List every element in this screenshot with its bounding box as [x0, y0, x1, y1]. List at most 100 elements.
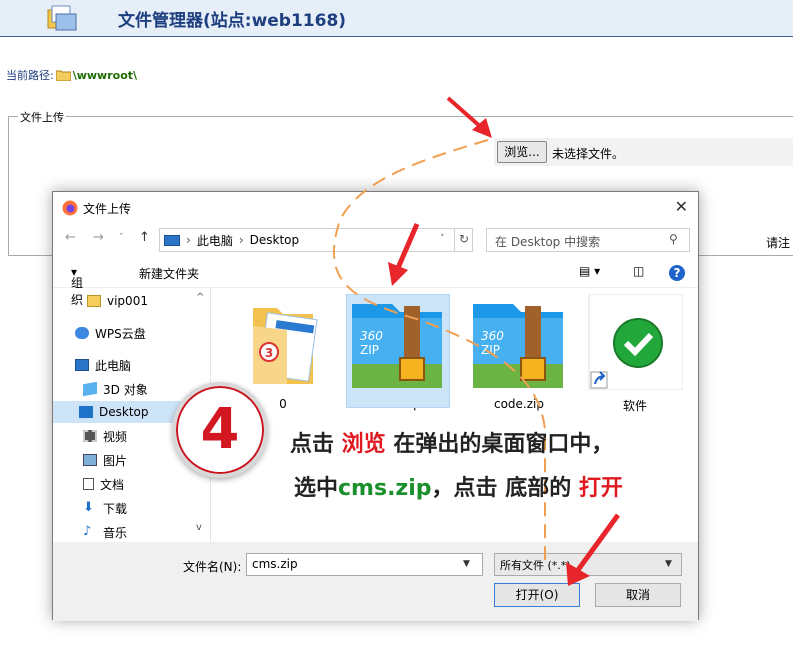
view-options-icon[interactable]: ▤ ▾ [579, 264, 600, 278]
address-row: ← → ˅ ↑ › 此电脑 › Desktop ˅ ↻ 在 Desktop 中搜… [53, 222, 698, 256]
sidebar-item-videos[interactable]: 视频 [83, 425, 127, 447]
zip-brand: 360 [360, 329, 383, 343]
video-icon [83, 430, 97, 442]
help-icon[interactable]: ? [669, 265, 685, 281]
step-number-badge: 4 [172, 382, 268, 478]
folder-icon: 3 [253, 308, 318, 384]
sidebar-item-pictures[interactable]: 图片 [83, 449, 127, 471]
cloud-icon [75, 327, 89, 339]
breadcrumb-desktop[interactable]: Desktop [250, 233, 300, 247]
sidebar-item-label: 下载 [103, 501, 128, 516]
music-icon: ♪ [83, 524, 92, 539]
computer-icon [75, 359, 89, 371]
chevron-down-icon[interactable]: ▼ [665, 559, 672, 569]
browse-button[interactable]: 浏览... [497, 141, 547, 163]
dialog-title: 文件上传 [83, 202, 132, 216]
desktop-icon [79, 406, 93, 418]
address-bar[interactable]: › 此电脑 › Desktop ˅ [159, 228, 473, 252]
sidebar-item-wps-cloud[interactable]: WPS云盘 [75, 322, 146, 344]
folder-icon [55, 70, 71, 81]
chevron-down-icon[interactable]: ˅ [440, 234, 445, 244]
chevron-right-icon: › [238, 233, 244, 247]
firefox-icon [62, 200, 78, 216]
filetype-select[interactable]: 所有文件 (*.*) [494, 553, 682, 576]
up-arrow-icon[interactable]: ↑ [139, 230, 150, 245]
zip-icon: 360 ZIP [345, 293, 451, 409]
page-title: 文件管理器(站点:web1168) [118, 11, 347, 31]
sidebar-item-label: 图片 [103, 453, 128, 468]
zip-text: ZIP [360, 343, 379, 357]
sidebar-item-label: 视频 [103, 429, 128, 444]
breadcrumb-this-pc[interactable]: 此电脑 [197, 232, 233, 249]
zip-text: ZIP [481, 343, 500, 357]
close-icon[interactable]: ✕ [675, 197, 688, 216]
chevron-down-icon[interactable]: ▼ [463, 559, 470, 569]
file-manager-logo-icon [47, 5, 77, 31]
sidebar-item-label: vip001 [107, 294, 148, 308]
upload-legend: 文件上传 [18, 109, 66, 125]
refresh-icon[interactable]: ↻ [454, 228, 473, 252]
chevron-right-icon: › [186, 233, 191, 247]
sidebar-item-label: WPS云盘 [95, 326, 146, 341]
new-folder-button[interactable]: 新建文件夹 [139, 265, 199, 282]
dialog-footer: 文件名(N): cms.zip ▼ 所有文件 (*.*) ▼ 打开(O) 取消 [53, 542, 698, 621]
file-item-software-shortcut[interactable]: 软件 [583, 293, 687, 414]
sidebar-item-label: 3D 对象 [103, 382, 148, 397]
scroll-up-icon[interactable]: ^ [196, 292, 204, 303]
scroll-down-icon[interactable]: v [196, 522, 202, 533]
cancel-button[interactable]: 取消 [595, 583, 681, 607]
sidebar-item-label: 文档 [100, 477, 125, 492]
no-file-text: 未选择文件。 [552, 147, 625, 161]
current-path: 当前路径: \wwwroot\ [6, 67, 137, 83]
instruction-text: 在弹出的桌面窗口中， [385, 432, 614, 457]
file-item-code-zip[interactable]: 360 ZIP code.zip [467, 294, 571, 411]
sidebar-item-label: Desktop [99, 405, 149, 419]
file-upload-dialog: 文件上传 ✕ ← → ˅ ↑ › 此电脑 › Desktop ˅ ↻ 在 Des… [52, 191, 699, 621]
sidebar-item-documents[interactable]: 文档 [83, 473, 124, 495]
preview-pane-icon[interactable]: ◫ [633, 264, 644, 278]
hint-text: 请注 [766, 236, 791, 250]
instruction-highlight-open: 打开 [578, 476, 623, 501]
file-list-pane: 3 0 360 ZIP cms.zip [211, 288, 699, 542]
instruction-highlight-browse: 浏览 [341, 432, 386, 457]
folder-badge: 3 [265, 346, 273, 360]
forward-arrow-icon[interactable]: → [93, 230, 104, 245]
3d-objects-icon [83, 381, 97, 397]
download-icon: ⬇ [83, 500, 94, 515]
search-icon: ⚲ [669, 232, 678, 246]
sidebar-item-vip001[interactable]: vip001 [87, 290, 148, 312]
recent-chevron-icon[interactable]: ˅ [119, 233, 124, 243]
dialog-toolbar: 组织 ▾ 新建文件夹 ▤ ▾ ◫ ? [53, 256, 698, 307]
instruction-line-1: 点击 浏览 在弹出的桌面窗口中， [290, 426, 613, 458]
path-value[interactable]: \wwwroot\ [73, 69, 137, 82]
path-label: 当前路径: [6, 69, 54, 82]
instruction-highlight-filename: cms.zip [338, 476, 432, 501]
sidebar-item-label: 此电脑 [95, 358, 132, 373]
folder-icon [87, 295, 101, 307]
organize-button[interactable]: 组织 ▾ [71, 265, 83, 307]
file-name: 软件 [622, 399, 647, 413]
filename-input[interactable]: cms.zip [246, 553, 483, 576]
search-input[interactable]: 在 Desktop 中搜索 [486, 228, 690, 252]
sidebar-item-music[interactable]: ♪ 音乐 [83, 521, 127, 542]
sidebar-item-3d-objects[interactable]: 3D 对象 [83, 378, 148, 400]
sidebar-item-this-pc[interactable]: 此电脑 [75, 354, 131, 376]
picture-icon [83, 454, 97, 466]
file-item-cms-zip[interactable]: 360 ZIP cms.zip [345, 293, 451, 411]
instruction-text: 点击 [290, 432, 342, 457]
sidebar-item-label: 音乐 [103, 525, 128, 540]
document-icon [83, 478, 94, 490]
instruction-text: 选中 [294, 476, 339, 501]
open-button[interactable]: 打开(O) [494, 583, 580, 607]
shortcut-icon [588, 293, 684, 391]
back-arrow-icon[interactable]: ← [65, 230, 76, 245]
page-header: 文件管理器(站点:web1168) [0, 0, 793, 37]
zip-brand: 360 [481, 329, 504, 343]
sidebar-item-downloads[interactable]: ⬇ 下载 [83, 497, 127, 519]
instruction-line-2: 选中cms.zip，点击 底部的 打开 [294, 470, 623, 502]
zip-icon: 360 ZIP [473, 304, 563, 388]
instruction-text: ，点击 底部的 [431, 476, 579, 501]
dialog-titlebar: 文件上传 ✕ [53, 192, 698, 222]
computer-icon [164, 234, 180, 246]
filename-label: 文件名(N): [183, 560, 242, 574]
